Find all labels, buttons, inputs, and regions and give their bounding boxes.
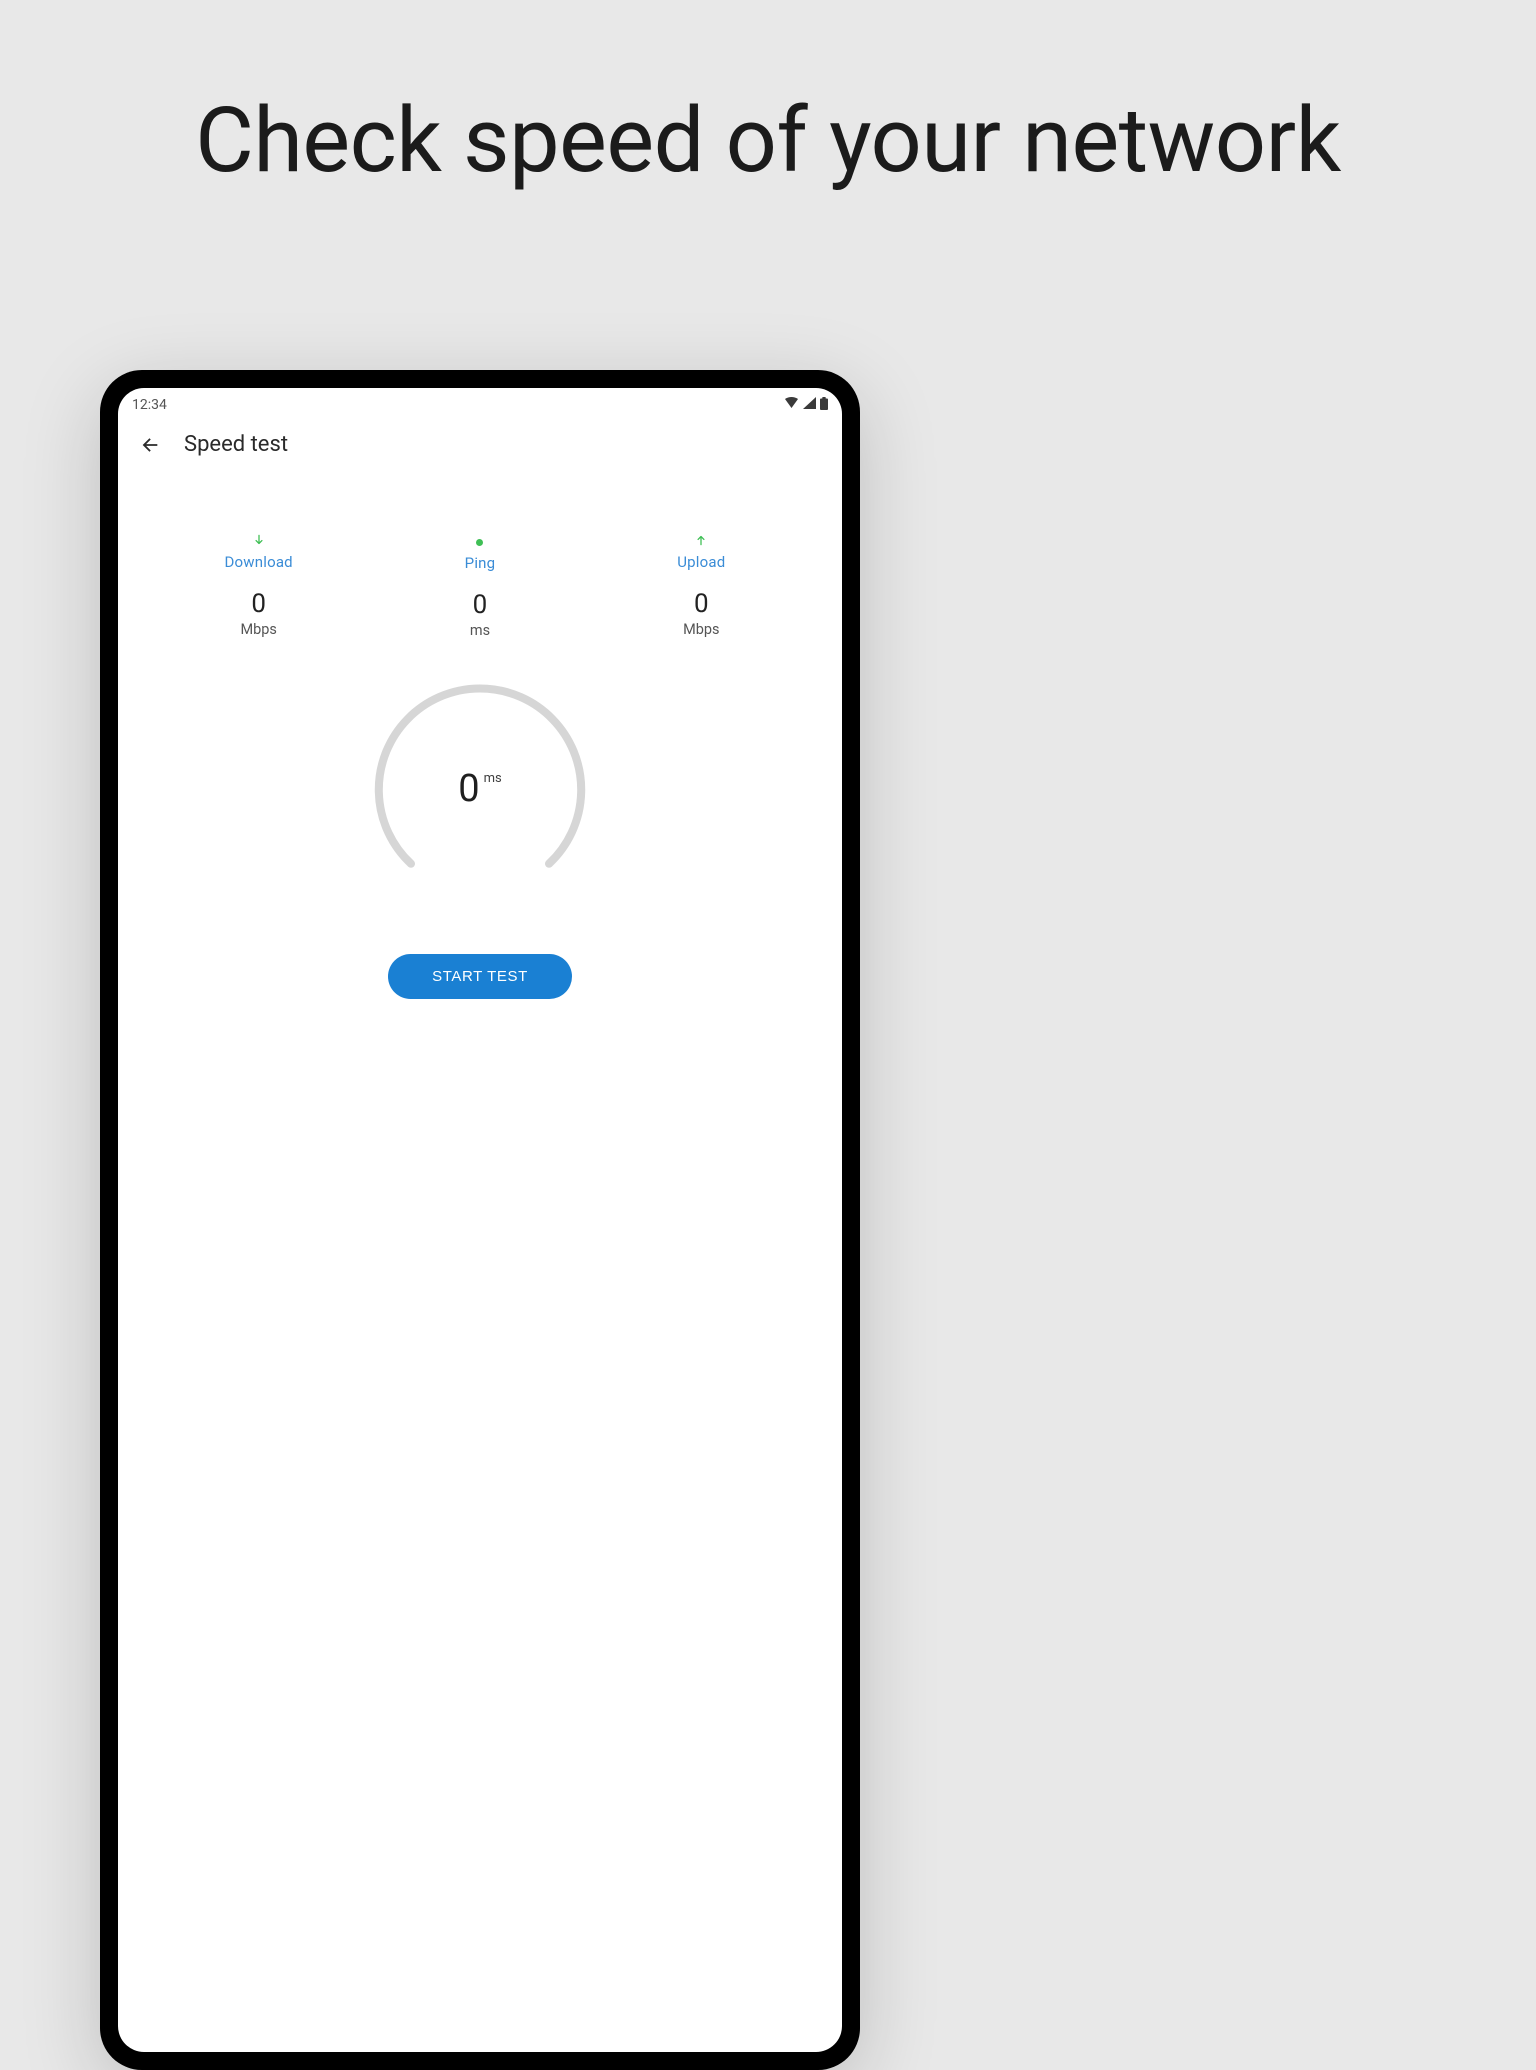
metric-download: Download 0 Mbps <box>148 531 369 639</box>
metric-download-label: Download <box>148 553 369 571</box>
device-screen: 12:34 Speed test <box>118 388 842 2052</box>
metric-ping: Ping 0 ms <box>369 531 590 639</box>
metric-download-unit: Mbps <box>148 621 369 638</box>
status-icons <box>784 397 828 414</box>
gauge-value: 0 <box>458 767 479 811</box>
metric-upload: Upload 0 Mbps <box>591 531 812 639</box>
metric-ping-label: Ping <box>369 554 590 572</box>
metric-ping-unit: ms <box>369 622 590 639</box>
start-test-button[interactable]: START TEST <box>388 954 572 999</box>
metric-upload-unit: Mbps <box>591 621 812 638</box>
app-bar: Speed test <box>118 422 842 463</box>
battery-icon <box>820 397 828 414</box>
metric-upload-value: 0 <box>591 589 812 619</box>
status-time: 12:34 <box>132 397 167 413</box>
status-bar: 12:34 <box>118 388 842 422</box>
ping-dot-icon <box>476 534 483 552</box>
metric-ping-value: 0 <box>369 590 590 620</box>
metric-upload-label: Upload <box>591 553 812 571</box>
arrow-down-icon <box>252 531 266 549</box>
wifi-icon <box>784 397 799 413</box>
signal-icon <box>803 397 816 413</box>
gauge-unit: ms <box>484 771 502 786</box>
marketing-heading: Check speed of your network <box>0 0 1536 198</box>
metrics-row: Download 0 Mbps Ping 0 ms Upload 0 Mbps <box>118 463 842 639</box>
device-frame: 12:34 Speed test <box>100 370 860 2070</box>
metric-download-value: 0 <box>148 589 369 619</box>
app-bar-title: Speed test <box>184 432 288 457</box>
back-button[interactable] <box>138 433 162 457</box>
gauge: 0 ms <box>118 674 842 904</box>
arrow-up-icon <box>694 531 708 549</box>
arrow-left-icon <box>139 434 161 456</box>
